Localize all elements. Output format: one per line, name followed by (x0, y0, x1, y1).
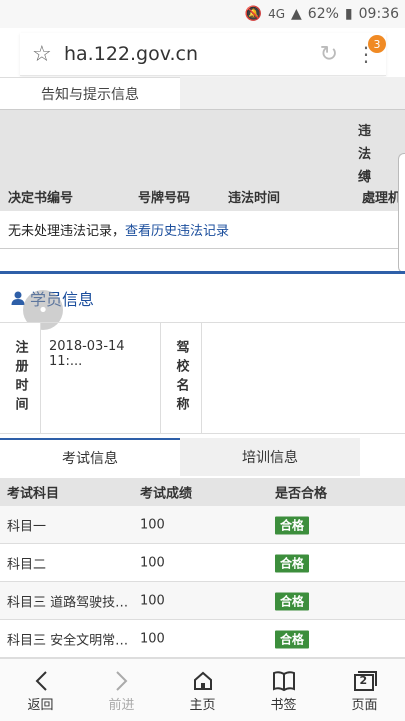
notice-tab-spacer (180, 77, 405, 109)
table-row: 科目二 100 合格 (0, 544, 405, 582)
tab-exam-info[interactable]: 考试信息 (0, 438, 180, 476)
violation-table-header: 决定书编号 号牌号码 违法时间 违法缚 處理机关 (0, 110, 405, 212)
school-label: 驾校名称 (160, 323, 202, 433)
notice-tab[interactable]: 告知与提示信息 (0, 77, 180, 110)
bookmarks-button[interactable]: 书签 (243, 659, 324, 721)
student-info-grid: 注册时间 2018-03-14 11:... 驾校名称 (0, 322, 405, 434)
exam-subject: 科目二 (7, 557, 47, 572)
col-decision-no: 决定书编号 (8, 191, 74, 206)
back-label: 返回 (27, 697, 54, 713)
network-label: 4G (268, 7, 286, 21)
exam-score: 100 (140, 593, 165, 608)
pages-count: 2 (359, 673, 368, 687)
exam-subject: 科目一 (7, 519, 47, 534)
url-bar[interactable]: ☆ ha.122.gov.cn ↻ ⋮ 3 (20, 33, 386, 76)
reg-time-label: 注册时间 (0, 323, 41, 433)
signal-icon: ▲ (291, 6, 302, 22)
pass-badge: 合格 (275, 554, 310, 572)
home-button[interactable]: 主页 (162, 659, 243, 721)
exam-score: 100 (140, 555, 165, 570)
pages-button[interactable]: 2 页面 (324, 659, 405, 721)
pages-icon: 2 (352, 668, 378, 694)
empty-text: 无未处理违法记录， (8, 224, 126, 239)
chevron-right-icon (115, 668, 129, 694)
exam-table: 考试科目 考试成绩 是否合格 科目一 100 合格 科目二 100 合格 科目三… (0, 478, 405, 658)
exam-score: 100 (140, 517, 165, 532)
pass-badge: 合格 (275, 630, 310, 648)
violation-empty-row: 无未处理违法记录， 查看历史违法记录 (0, 211, 405, 249)
side-panel-handle[interactable] (398, 153, 405, 273)
exam-subject: 科目三 道路驾驶技能... (7, 595, 135, 610)
notification-badge: 3 (368, 35, 386, 53)
exam-subject: 科目三 安全文明常识... (7, 633, 135, 648)
tab-training-info[interactable]: 培训信息 (180, 438, 360, 476)
col-violation-time: 违法时间 (228, 191, 281, 206)
exam-score: 100 (140, 631, 165, 646)
table-row: 科目三 道路驾驶技能... 100 合格 (0, 582, 405, 620)
bottom-nav: 返回 前进 主页 书签 2 页面 (0, 658, 405, 721)
forward-label: 前进 (108, 697, 135, 713)
col-score: 考试成绩 (140, 486, 193, 502)
forward-button[interactable]: 前进 (81, 659, 162, 721)
bookmarks-label: 书签 (270, 697, 297, 713)
table-row: 科目一 100 合格 (0, 506, 405, 544)
violation-table: 决定书编号 号牌号码 违法时间 违法缚 處理机关 无未处理违法记录， 查看历史违… (0, 109, 405, 252)
menu-button[interactable]: ⋮ 3 (356, 35, 386, 69)
pass-badge: 合格 (275, 592, 310, 610)
col-subject: 考试科目 (7, 486, 60, 502)
pages-label: 页面 (351, 697, 378, 713)
table-row: 科目三 安全文明常识... 100 合格 (0, 620, 405, 658)
battery-percent: 62% (307, 6, 339, 22)
status-bar: 🔕 4G ▲ 62% ▮ 09:36 (0, 0, 405, 28)
school-value (210, 323, 400, 433)
section-divider (0, 271, 405, 274)
home-icon (192, 668, 214, 694)
chevron-left-icon (34, 668, 48, 694)
bookmark-star-icon[interactable]: ☆ (32, 42, 60, 67)
exam-table-header: 考试科目 考试成绩 是否合格 (0, 478, 405, 506)
info-tabs: 考试信息 培训信息 (0, 438, 405, 476)
home-label: 主页 (189, 697, 216, 713)
col-violation-content: 违法缚 (358, 124, 372, 185)
pass-badge: 合格 (275, 516, 310, 534)
reg-time-value: 2018-03-14 11:... (49, 339, 125, 369)
battery-icon: ▮ (344, 6, 353, 22)
mute-icon: 🔕 (244, 6, 263, 22)
clock: 09:36 (358, 6, 399, 22)
col-plate-no: 号牌号码 (138, 191, 191, 206)
back-button[interactable]: 返回 (0, 659, 81, 721)
reload-icon[interactable]: ↻ (320, 42, 338, 67)
col-pass: 是否合格 (275, 486, 328, 502)
history-link[interactable]: 查看历史违法记录 (125, 220, 229, 239)
book-icon (272, 668, 296, 694)
url-text[interactable]: ha.122.gov.cn (64, 43, 320, 65)
